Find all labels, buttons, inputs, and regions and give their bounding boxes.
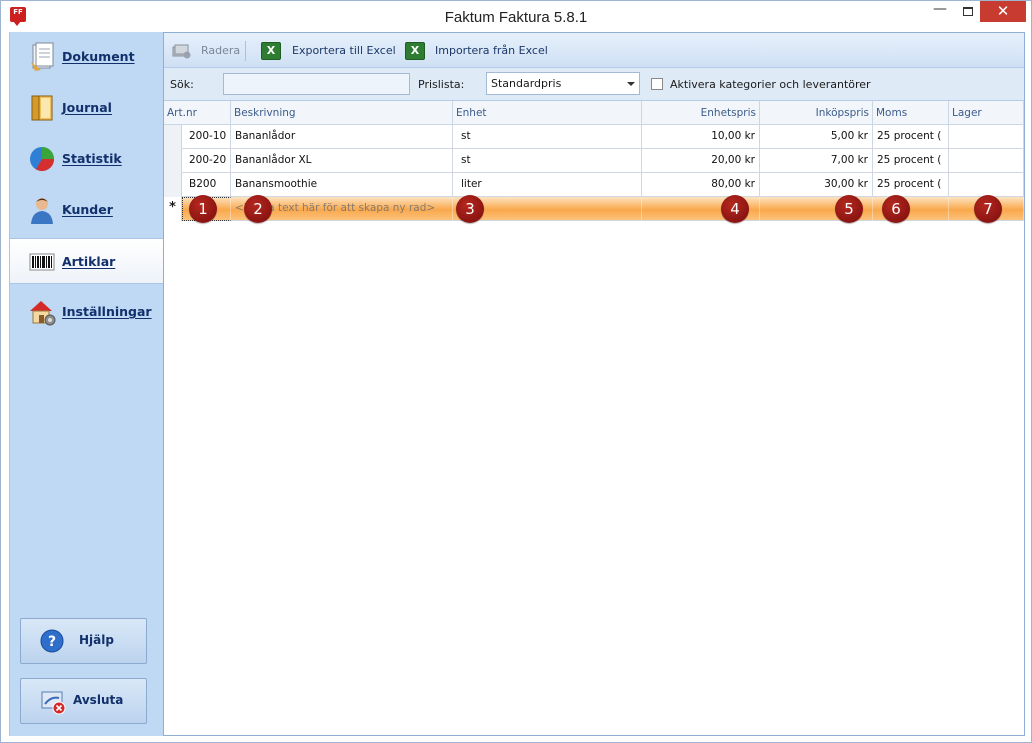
table-row[interactable]: 200-10 Bananlådor st 10,00 kr 5,00 kr 25… [164,125,1024,149]
table-row[interactable]: B200 Banansmoothie liter 80,00 kr 30,00 … [164,173,1024,197]
delete-label: Radera [201,44,241,57]
exit-button[interactable]: Avsluta [20,678,147,724]
col-header-artnr[interactable]: Art.nr [164,101,231,125]
pricelist-label: Prislista: [418,78,465,91]
col-header-inkopspris[interactable]: Inköpspris [760,101,873,125]
col-header-enhetspris[interactable]: Enhetspris [642,101,760,125]
row-header[interactable] [164,149,182,173]
sidebar-item-artiklar[interactable]: Artiklar [10,238,164,284]
cell-enhet[interactable]: st [453,125,642,149]
sidebar-item-label: Statistik [62,151,122,166]
barcode-icon [29,253,55,271]
main-panel: Radera X Exportera till Excel X Importer… [163,32,1025,736]
help-button-label: Hjälp [79,633,114,647]
toolbar-separator [245,41,246,61]
cell-lager[interactable] [949,173,1024,197]
activate-categories-checkbox[interactable] [651,78,663,90]
new-row-marker: * [164,197,182,221]
table-row[interactable]: 200-20 Bananlådor XL st 20,00 kr 7,00 kr… [164,149,1024,173]
toolbar: Radera X Exportera till Excel X Importer… [164,33,1024,68]
sidebar: Dokument Journal Statistik Kunder Artikl… [9,32,164,736]
close-icon: ✕ [996,2,1010,20]
document-icon [31,42,54,71]
title-bar: FF Faktum Faktura 5.8.1 — ✕ [1,1,1031,31]
cell-beskrivning[interactable]: Bananlådor XL [231,149,453,173]
import-excel-button[interactable]: X Importera från Excel [405,42,548,60]
customer-icon [31,198,53,224]
delete-icon [172,44,191,59]
cell-enhetspris[interactable]: 20,00 kr [642,149,760,173]
window-title: Faktum Faktura 5.8.1 [444,9,588,26]
sidebar-item-installningar[interactable]: Inställningar [10,289,164,335]
callout-badge: 1 [189,195,217,223]
cell-inkopspris[interactable]: 30,00 kr [760,173,873,197]
cell-enhetspris[interactable]: 80,00 kr [642,173,760,197]
callout-badge: 3 [456,195,484,223]
cell-moms[interactable]: 25 procent ( [873,149,949,173]
sidebar-item-label: Kunder [62,202,113,217]
filter-bar: Sök: Prislista: Standardpris Aktivera ka… [164,68,1024,101]
callout-badge: 5 [835,195,863,223]
cell-artnr[interactable]: B200 [182,173,231,197]
minimize-icon: — [933,1,947,17]
callout-badge: 7 [974,195,1002,223]
excel-icon: X [261,42,281,60]
cell-beskrivning[interactable]: Bananlådor [231,125,453,149]
grid-header: Art.nr Beskrivning Enhet Enhetspris Inkö… [164,101,1024,125]
sidebar-item-label: Artiklar [62,254,116,269]
exit-icon [41,691,66,715]
sidebar-item-statistik[interactable]: Statistik [10,136,164,182]
chevron-down-icon [627,82,635,86]
search-label: Sök: [170,78,194,91]
import-label: Importera från Excel [435,44,548,57]
sidebar-item-label: Inställningar [62,304,152,319]
sidebar-item-journal[interactable]: Journal [10,85,164,131]
export-label: Exportera till Excel [292,44,396,57]
svg-text:?: ? [48,634,56,650]
sidebar-item-label: Journal [62,100,112,115]
col-header-moms[interactable]: Moms [873,101,949,125]
help-icon: ? [40,629,64,653]
row-header[interactable] [164,173,182,197]
cell-inkopspris[interactable]: 7,00 kr [760,149,873,173]
col-header-lager[interactable]: Lager [949,101,1024,125]
maximize-icon [963,7,973,16]
cell-inkopspris[interactable]: 5,00 kr [760,125,873,149]
cell-enhetspris[interactable]: 10,00 kr [642,125,760,149]
maximize-button[interactable] [953,1,983,23]
activate-categories-label[interactable]: Aktivera kategorier och leverantörer [670,78,871,91]
callout-badge: 6 [882,195,910,223]
minimize-button[interactable]: — [925,1,955,23]
cell-enhet[interactable]: liter [453,173,642,197]
cell-lager[interactable] [949,149,1024,173]
cell-moms[interactable]: 25 procent ( [873,125,949,149]
app-window: FF Faktum Faktura 5.8.1 — ✕ Dokument Jou… [0,0,1032,743]
help-button[interactable]: ? Hjälp [20,618,147,664]
callout-badge: 4 [721,195,749,223]
sidebar-item-dokument[interactable]: Dokument [10,34,164,80]
cell-artnr[interactable]: 200-20 [182,149,231,173]
pricelist-select[interactable]: Standardpris [486,72,640,95]
col-header-enhet[interactable]: Enhet [453,101,642,125]
cell-enhet[interactable]: st [453,149,642,173]
cell-artnr[interactable]: 200-10 [182,125,231,149]
cell-moms[interactable]: 25 procent ( [873,173,949,197]
exit-button-label: Avsluta [73,693,124,707]
search-input[interactable] [223,73,410,95]
excel-icon: X [405,42,425,60]
col-header-beskrivning[interactable]: Beskrivning [231,101,453,125]
sidebar-item-kunder[interactable]: Kunder [10,187,164,233]
row-header[interactable] [164,125,182,149]
journal-icon [31,95,53,121]
pie-chart-icon [30,147,55,172]
close-button[interactable]: ✕ [980,1,1026,22]
house-settings-icon [30,301,56,326]
new-row[interactable]: * <Klicka text här för att skapa ny rad>… [164,195,1024,223]
cell-lager[interactable] [949,125,1024,149]
sidebar-item-label: Dokument [62,49,135,64]
callout-badge: 2 [244,195,272,223]
export-excel-button[interactable]: X Exportera till Excel [261,42,396,60]
cell-beskrivning[interactable]: Banansmoothie [231,173,453,197]
pricelist-value: Standardpris [491,77,562,90]
